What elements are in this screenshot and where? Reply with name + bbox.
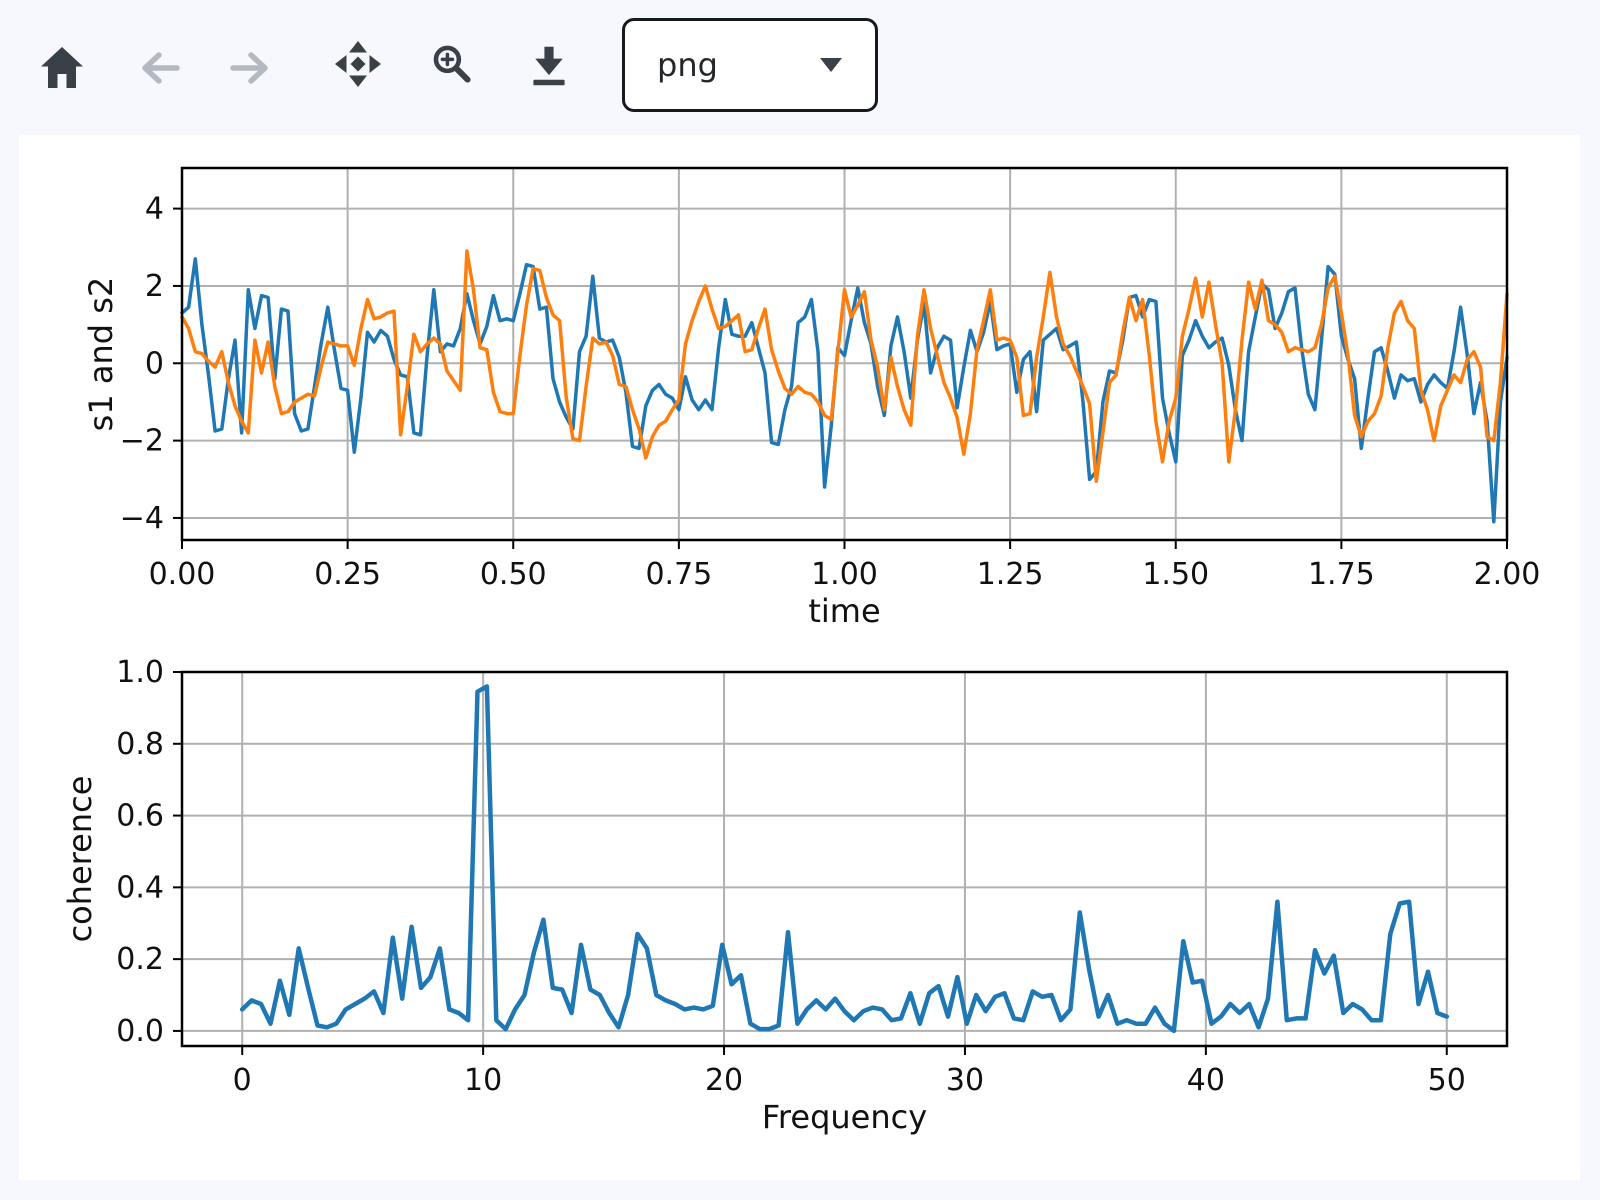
- svg-text:0.50: 0.50: [480, 557, 547, 592]
- figure-toolbar: png: [0, 0, 1600, 128]
- home-icon: [38, 44, 86, 92]
- svg-text:0: 0: [233, 1063, 252, 1098]
- svg-text:0: 0: [145, 346, 164, 381]
- chevron-down-icon: [819, 57, 843, 73]
- svg-text:0.6: 0.6: [116, 799, 164, 834]
- download-button[interactable]: [527, 44, 571, 88]
- svg-text:4: 4: [145, 192, 164, 227]
- svg-text:0.8: 0.8: [116, 727, 164, 762]
- svg-text:s1 and s2: s1 and s2: [82, 277, 120, 432]
- svg-text:time: time: [808, 592, 880, 630]
- back-button[interactable]: [132, 44, 180, 92]
- svg-text:1.75: 1.75: [1308, 557, 1375, 592]
- forward-button[interactable]: [230, 44, 278, 92]
- svg-text:1.0: 1.0: [116, 655, 164, 690]
- matplotlib-webagg-app: png 0.000.250.500.751.001.251.501.752.00…: [0, 0, 1600, 1200]
- svg-text:50: 50: [1428, 1063, 1466, 1098]
- svg-text:2: 2: [145, 269, 164, 304]
- svg-text:−4: −4: [120, 501, 164, 536]
- svg-text:0.00: 0.00: [149, 557, 216, 592]
- svg-text:1.00: 1.00: [811, 557, 878, 592]
- zoom-rect-button[interactable]: [430, 42, 474, 86]
- svg-text:Frequency: Frequency: [762, 1098, 927, 1136]
- figure-plot-svg: 0.000.250.500.751.001.251.501.752.00−4−2…: [19, 135, 1580, 1180]
- back-arrow-icon: [132, 44, 180, 92]
- svg-text:40: 40: [1187, 1063, 1225, 1098]
- pan-move-icon: [334, 40, 382, 88]
- download-icon: [527, 44, 571, 88]
- svg-text:coherence: coherence: [61, 776, 99, 943]
- format-select[interactable]: png: [622, 18, 878, 112]
- zoom-magnifier-icon: [430, 42, 474, 86]
- svg-text:10: 10: [464, 1063, 502, 1098]
- format-select-value: png: [657, 49, 718, 81]
- svg-text:0.0: 0.0: [116, 1014, 164, 1049]
- svg-text:2.00: 2.00: [1474, 557, 1541, 592]
- svg-text:0.75: 0.75: [645, 557, 712, 592]
- home-button[interactable]: [38, 44, 86, 92]
- svg-text:1.25: 1.25: [977, 557, 1044, 592]
- pan-button[interactable]: [334, 40, 382, 88]
- svg-text:0.25: 0.25: [314, 557, 381, 592]
- svg-text:−2: −2: [120, 424, 164, 459]
- forward-arrow-icon: [230, 44, 278, 92]
- svg-text:0.2: 0.2: [116, 942, 164, 977]
- svg-text:30: 30: [946, 1063, 984, 1098]
- figure-plots: 0.000.250.500.751.001.251.501.752.00−4−2…: [19, 135, 1580, 1180]
- figure-canvas[interactable]: 0.000.250.500.751.001.251.501.752.00−4−2…: [19, 135, 1580, 1180]
- svg-text:20: 20: [705, 1063, 743, 1098]
- svg-text:0.4: 0.4: [116, 870, 164, 905]
- svg-text:1.50: 1.50: [1142, 557, 1209, 592]
